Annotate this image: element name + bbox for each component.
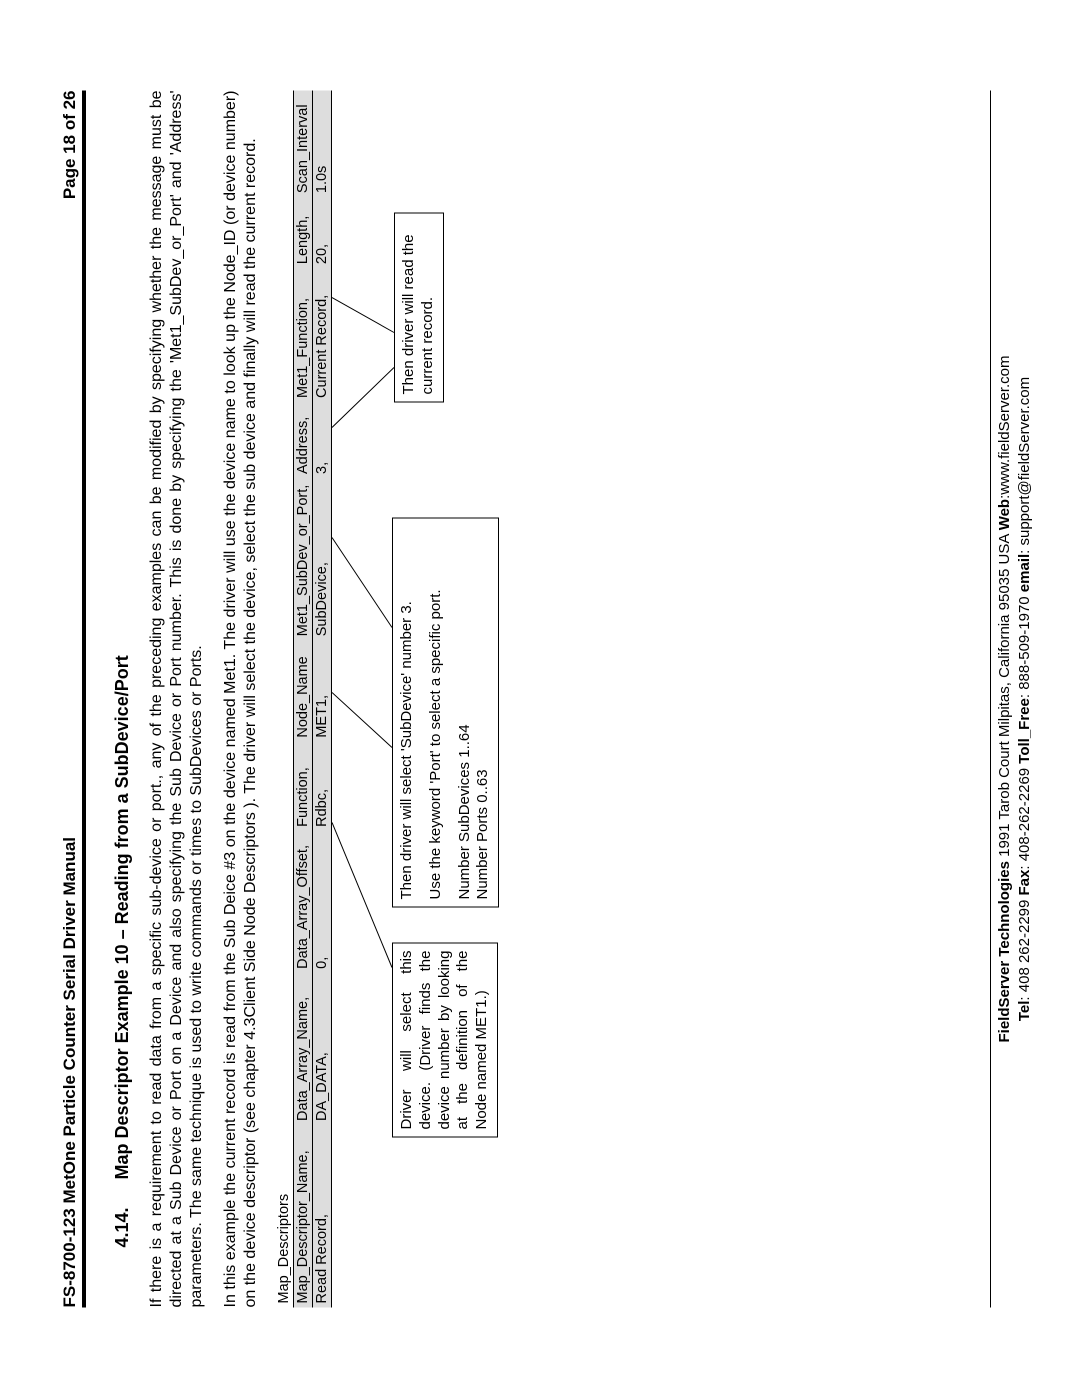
table-header: Map_Descriptor_Name, [294,1124,313,1307]
table-cell: 3, [313,401,332,477]
section-title: 4.14. Map Descriptor Example 10 – Reading… [112,90,133,1307]
page-header: FS-8700-123 MetOne Particle Counter Seri… [60,90,86,1307]
table-cell: Current Record, [313,268,332,402]
callout-device: Driver will select this device. (Driver … [392,942,498,1137]
header-left: FS-8700-123 MetOne Particle Counter Seri… [60,836,80,1307]
table-header: Met1_SubDev_or_Port, [294,478,313,640]
table-header: Length, [294,197,313,268]
table-cell: 1.0s [313,90,332,197]
section-number: 4.14. [112,1207,133,1247]
footer-line-2: Tel: 408 262-2299 Fax: 408-262-2269 Toll… [1015,90,1035,1307]
table-cell: 0, [313,830,332,972]
table-cell: SubDevice, [313,478,332,640]
table-cell: MET1, [313,640,332,741]
table-cell: 20, [313,197,332,268]
page-footer: FieldServer Technologies 1991 Tarob Cour… [990,90,1034,1307]
callout-read: Then driver will read the current record… [394,212,444,402]
table-cell: DA_DATA, [313,972,332,1124]
paragraph-1: If there is a requirement to read data f… [147,90,207,1307]
table-cell: Read Record, [313,1124,332,1307]
table-header: Data_Array_Offset, [294,830,313,972]
paragraph-2: In this example the current record is re… [221,90,261,1307]
table-header: Scan_Interval [294,90,313,197]
callout-diagram: Driver will select this device. (Driver … [332,90,632,1307]
table-section-label: Map_Descriptors [275,90,294,1307]
table-header: Function, [294,741,313,830]
callout-subdevice: Then driver will select 'SubDevice' numb… [392,517,499,907]
section-heading: Map Descriptor Example 10 – Reading from… [112,655,132,1179]
table-cell: Rdbc, [313,741,332,830]
table-header: Address, [294,401,313,477]
table-header: Met1_Function, [294,268,313,402]
map-descriptors-table: Map_Descriptors Map_Descriptor_Name,Data… [275,90,332,1307]
table-header: Data_Array_Name, [294,972,313,1124]
header-right: Page 18 of 26 [60,90,80,199]
table-header: Node_Name [294,640,313,741]
footer-line-1: FieldServer Technologies 1991 Tarob Cour… [995,90,1015,1307]
